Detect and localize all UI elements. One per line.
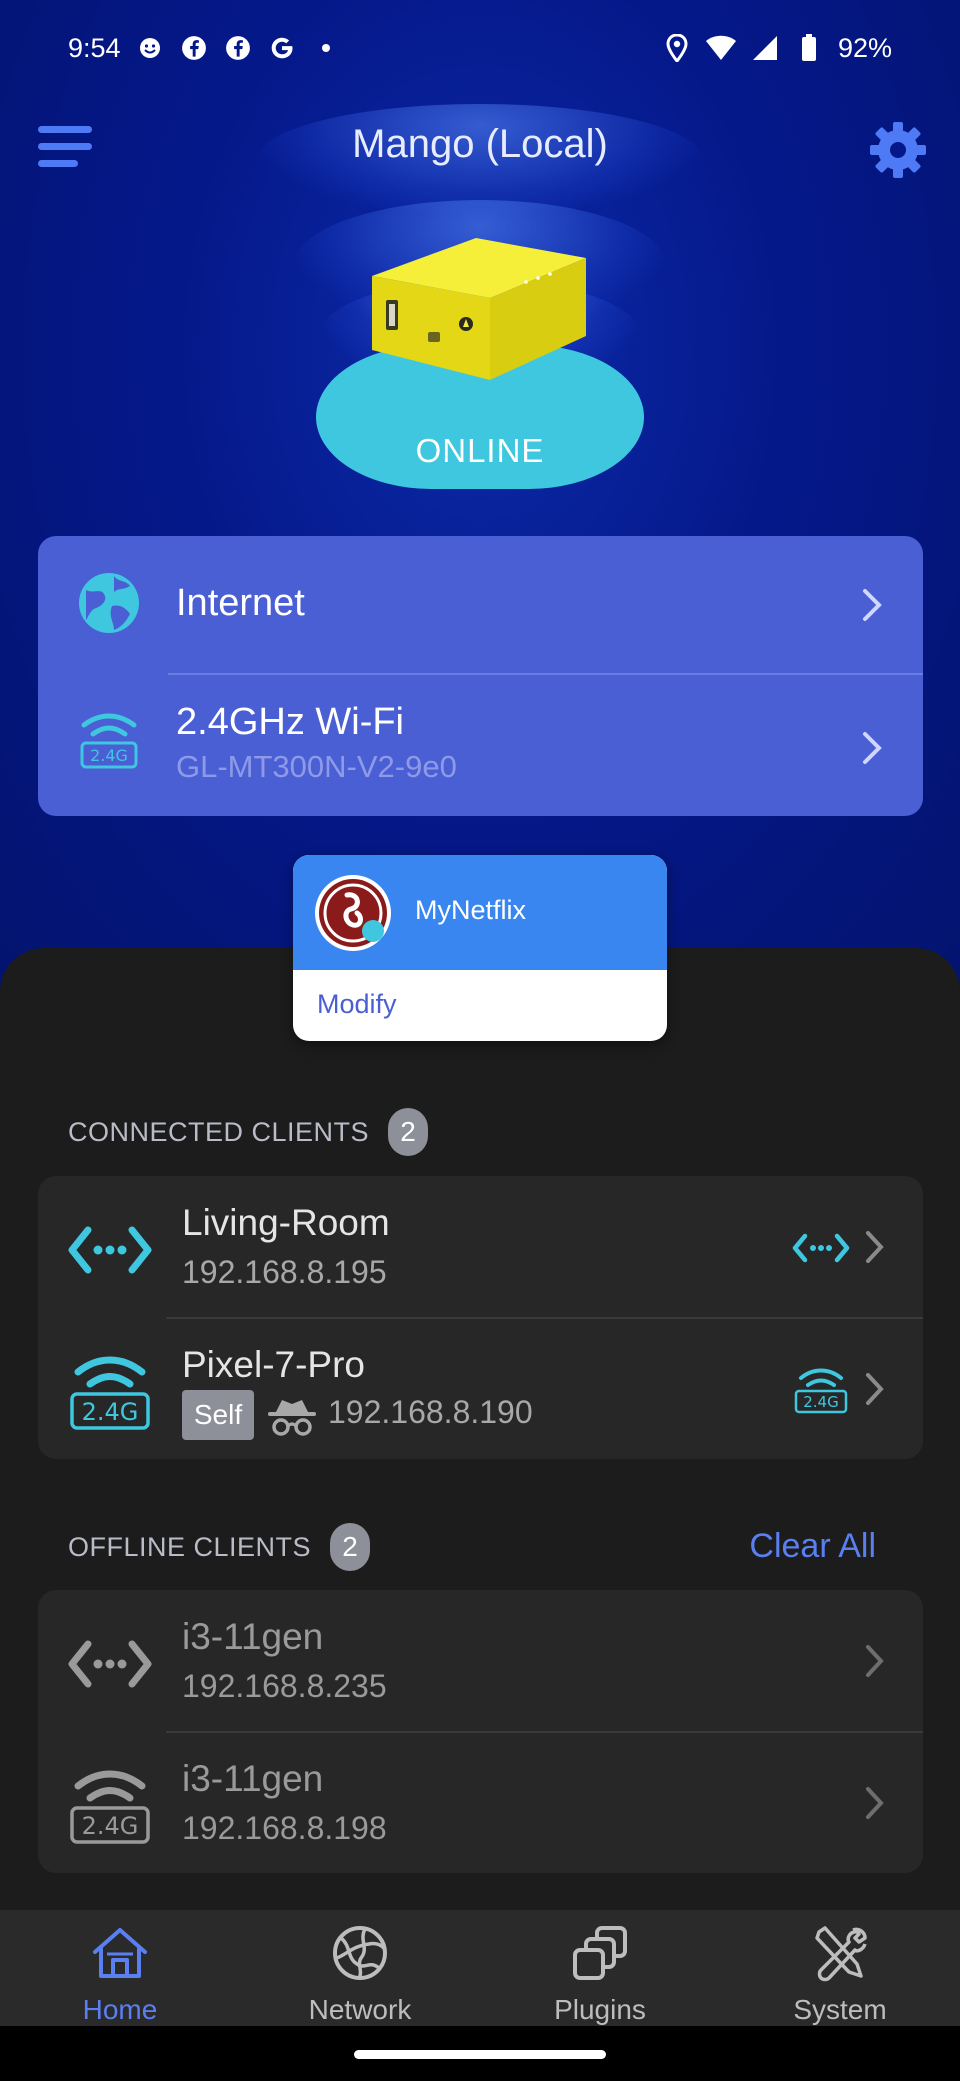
connected-clients-card: Living-Room 192.168.8.195 2.4G Pixel-7-P…	[38, 1176, 923, 1459]
chevron-right-icon	[866, 1231, 884, 1263]
client-ip: 192.168.8.190	[328, 1394, 533, 1430]
nav-plugins-label: Plugins	[554, 1994, 646, 2025]
svg-text:2.4G: 2.4G	[90, 746, 128, 765]
home-gesture-bar[interactable]	[354, 2050, 606, 2059]
chevron-right-icon	[866, 1373, 884, 1405]
battery-icon	[794, 33, 824, 63]
wifi-2.4g-icon: 2.4G	[70, 1770, 150, 1844]
client-row[interactable]: i3-11gen 192.168.8.235	[38, 1590, 923, 1731]
status-bar: 9:54 92%	[0, 0, 960, 96]
chevron-right-icon	[863, 589, 882, 621]
dot-icon	[311, 33, 341, 63]
router-image	[372, 238, 586, 380]
tools-icon	[815, 1926, 867, 1982]
globe-icon	[333, 1926, 387, 1980]
client-row[interactable]: 2.4G i3-11gen 192.168.8.198	[38, 1732, 923, 1873]
client-ip: 192.168.8.235	[182, 1668, 387, 1704]
nav-home-label: Home	[82, 1994, 158, 2025]
vpn-popup[interactable]: MyNetflix Modify	[293, 855, 667, 1041]
wifi-ssid: GL-MT300N-V2-9e0	[176, 749, 457, 784]
wifi-2.4g-icon: 2.4G	[80, 713, 138, 769]
wifi-row[interactable]: 2.4G 2.4GHz Wi-Fi GL-MT300N-V2-9e0	[38, 675, 923, 816]
offline-count-badge: 2	[330, 1523, 370, 1571]
ethernet-icon	[68, 1640, 152, 1688]
wireguard-icon	[315, 875, 391, 951]
nav-network-label: Network	[308, 1994, 412, 2025]
gear-icon	[870, 122, 926, 178]
client-name: i3-11gen	[182, 1758, 324, 1799]
internet-row[interactable]: Internet	[38, 536, 923, 673]
modify-button[interactable]: Modify	[317, 989, 397, 1020]
connected-clients-label: CONNECTED CLIENTS	[68, 1117, 370, 1147]
svg-text:2.4G: 2.4G	[803, 1393, 838, 1411]
nav-home[interactable]: Home	[0, 1910, 240, 2026]
google-icon	[267, 33, 297, 63]
chevron-right-icon	[866, 1645, 884, 1677]
connection-card: Internet 2.4G 2.4GHz Wi-Fi GL-MT300N-V2-…	[38, 536, 923, 816]
nav-system-label: System	[793, 1994, 887, 2025]
facebook-icon	[223, 33, 253, 63]
internet-label: Internet	[176, 582, 305, 624]
chevron-right-icon	[863, 732, 882, 764]
facebook-icon	[179, 33, 209, 63]
smiley-icon	[135, 33, 165, 63]
svg-text:2.4G: 2.4G	[82, 1398, 139, 1426]
client-ip: 192.168.8.198	[182, 1810, 387, 1846]
client-name: i3-11gen	[182, 1616, 324, 1657]
wifi-icon	[705, 33, 736, 63]
nav-plugins[interactable]: Plugins	[480, 1910, 720, 2026]
client-row[interactable]: Living-Room 192.168.8.195	[38, 1176, 923, 1317]
incognito-icon	[268, 1400, 316, 1436]
clear-all-button[interactable]: Clear All	[749, 1527, 876, 1566]
router-status-label: ONLINE	[415, 432, 545, 469]
globe-icon	[79, 573, 139, 633]
location-icon	[662, 33, 692, 63]
connected-count-badge: 2	[388, 1108, 428, 1156]
plugins-icon	[573, 1926, 627, 1980]
battery-level: 92%	[837, 32, 892, 63]
svg-text:2.4G: 2.4G	[82, 1812, 139, 1840]
popup-header: MyNetflix	[293, 855, 667, 970]
bottom-nav: Home Network Plugins System	[0, 1910, 960, 2026]
wifi-label: 2.4GHz Wi-Fi	[176, 701, 404, 743]
page-title: Mango (Local)	[352, 122, 608, 166]
home-icon	[93, 1928, 147, 1978]
popup-title: MyNetflix	[415, 895, 527, 925]
wifi-2.4g-icon: 2.4G	[70, 1356, 150, 1430]
client-name: Pixel-7-Pro	[182, 1344, 365, 1385]
app-header: Mango (Local)	[0, 100, 960, 214]
client-name: Living-Room	[182, 1202, 390, 1243]
settings-button[interactable]	[866, 118, 930, 182]
status-time: 9:54	[68, 32, 121, 63]
wifi-2.4g-connection-icon: 2.4G	[794, 1368, 848, 1414]
offline-clients-card: i3-11gen 192.168.8.235 2.4G i3-11gen 192…	[38, 1590, 923, 1873]
client-row[interactable]: 2.4G Pixel-7-Pro Self 192.168.8.190 2.4G	[38, 1318, 923, 1459]
offline-clients-label: OFFLINE CLIENTS	[68, 1532, 312, 1562]
chevron-right-icon	[866, 1787, 884, 1819]
nav-system[interactable]: System	[720, 1910, 960, 2026]
ethernet-connection-icon	[792, 1233, 850, 1263]
signal-icon	[750, 33, 780, 63]
nav-network[interactable]: Network	[240, 1910, 480, 2026]
client-ip: 192.168.8.195	[182, 1254, 387, 1290]
self-badge: Self	[182, 1390, 254, 1440]
ethernet-icon	[68, 1226, 152, 1274]
